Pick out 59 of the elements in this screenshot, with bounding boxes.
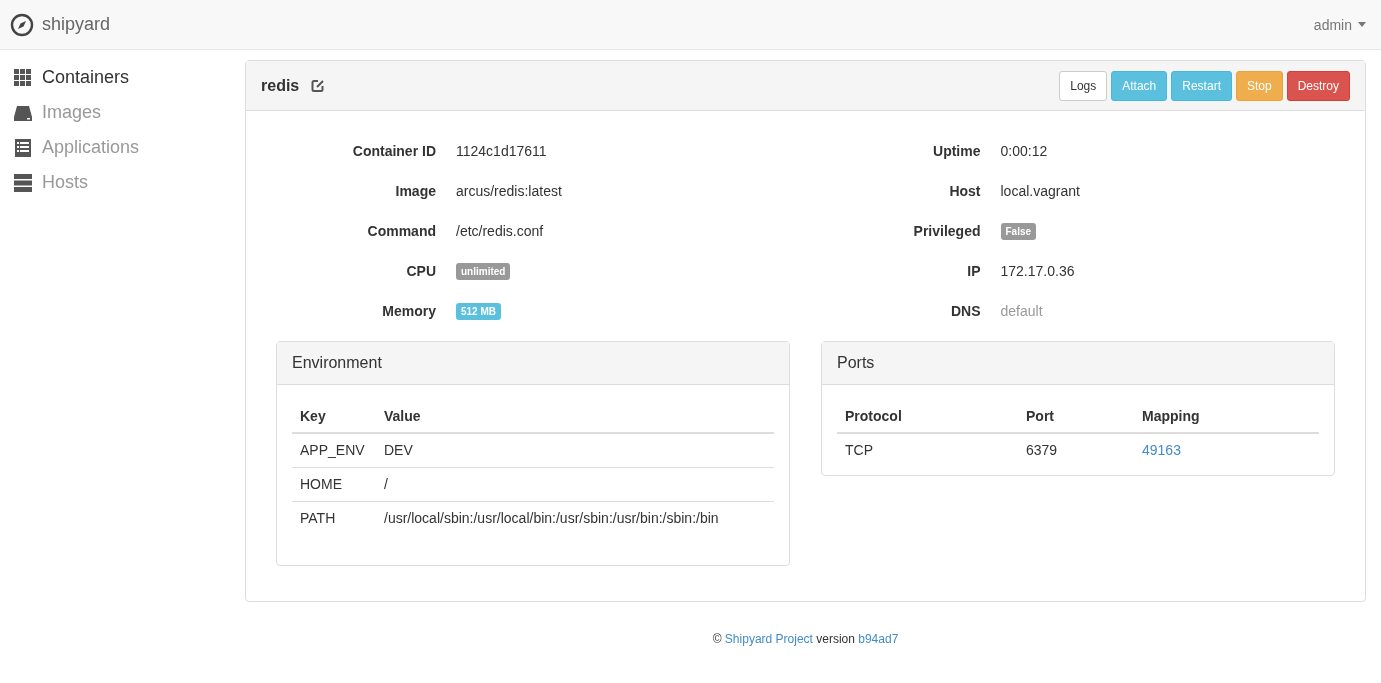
user-menu[interactable]: admin	[1313, 16, 1366, 33]
sidebar-item[interactable]: Hosts	[0, 165, 102, 200]
table-cell: /	[376, 467, 774, 502]
brand-link[interactable]: shipyard	[10, 12, 111, 37]
detail-value: /etc/redis.conf	[456, 223, 544, 239]
column-header: Value	[376, 400, 774, 433]
table-cell: 6379	[1018, 433, 1134, 467]
mapping-link[interactable]: 49163	[1142, 442, 1181, 458]
compass-icon	[10, 12, 34, 37]
table-cell: APP_ENV	[292, 433, 376, 468]
value-badge: False	[1000, 222, 1037, 240]
detail-label: IP	[966, 263, 981, 279]
column-header: Port	[1018, 400, 1134, 433]
table-cell: DEV	[376, 433, 774, 468]
detail-value: 1124c1d17611	[456, 143, 547, 159]
grid-icon	[14, 68, 32, 87]
action-button[interactable]: Logs	[1059, 70, 1108, 101]
action-button[interactable]: Restart	[1171, 70, 1232, 101]
detail-label: CPU	[405, 263, 436, 279]
detail-value: arcus/redis:latest	[456, 183, 562, 199]
table-cell: /usr/local/sbin:/usr/local/bin:/usr/sbin:/usr/bin:/sbin:/bin	[376, 501, 774, 535]
detail-value: local.vagrant	[1000, 183, 1080, 199]
table-cell: TCP	[837, 433, 1018, 467]
action-button[interactable]: Destroy	[1286, 70, 1350, 101]
sidebar-item[interactable]: Applications	[0, 130, 154, 165]
sidebar-item[interactable]: Images	[0, 95, 116, 130]
action-button[interactable]: Stop	[1235, 70, 1283, 101]
action-button[interactable]: Attach	[1111, 70, 1168, 101]
list-icon	[14, 138, 32, 157]
value-badge: unlimited	[456, 262, 511, 280]
detail-value: 0:00:12	[1000, 143, 1048, 159]
table-cell: PATH	[292, 501, 376, 535]
hard-drive-icon	[14, 103, 32, 122]
detail-label: Privileged	[912, 223, 981, 239]
detail-label: DNS	[949, 303, 981, 319]
brand-text: shipyard	[42, 14, 111, 35]
detail-label: Command	[366, 223, 436, 239]
edit-icon[interactable]	[311, 78, 326, 93]
table-cell: HOME	[292, 467, 376, 502]
detail-value: default	[1000, 303, 1043, 319]
footer-text: © Shipyard Project version b94ad7	[711, 632, 900, 646]
column-header: Key	[292, 400, 376, 433]
detail-label: Memory	[381, 303, 436, 319]
column-header: Mapping	[1134, 400, 1319, 433]
detail-label: Host	[948, 183, 981, 199]
value-badge: 512 MB	[456, 302, 501, 320]
version-link[interactable]: b94ad7	[858, 632, 899, 646]
project-link[interactable]: Shipyard Project	[724, 632, 813, 646]
detail-value: 172.17.0.36	[1000, 263, 1075, 279]
caret-icon	[1358, 22, 1366, 27]
detail-label: Uptime	[932, 143, 981, 159]
panel-title: Environment	[292, 354, 382, 371]
detail-label: Container ID	[351, 143, 436, 159]
container-name: redis	[261, 76, 300, 95]
server-icon	[14, 173, 32, 192]
column-header: Protocol	[837, 400, 1018, 433]
sidebar-item[interactable]: Containers	[0, 60, 144, 95]
detail-label: Image	[394, 183, 436, 199]
panel-title: Ports	[837, 354, 875, 371]
